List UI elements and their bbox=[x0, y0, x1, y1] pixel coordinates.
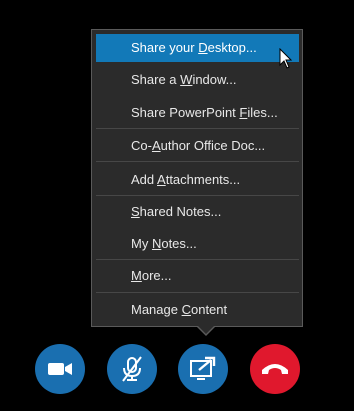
share-menu: Share your Desktop... Share a Window... … bbox=[91, 29, 303, 327]
mouse-cursor-icon bbox=[279, 48, 293, 69]
menu-item-more[interactable]: More... bbox=[96, 262, 299, 290]
menu-separator bbox=[96, 195, 299, 196]
menu-pointer-arrow bbox=[196, 325, 216, 336]
menu-separator bbox=[96, 128, 299, 129]
menu-item-add-attachments[interactable]: Add Attachments... bbox=[96, 166, 299, 194]
menu-item-share-desktop[interactable]: Share your Desktop... bbox=[96, 34, 299, 62]
menu-item-manage-content[interactable]: Manage Content bbox=[96, 296, 299, 324]
phone-hangup-icon bbox=[262, 364, 288, 374]
menu-item-my-notes[interactable]: My Notes... bbox=[96, 230, 299, 258]
menu-item-share-window[interactable]: Share a Window... bbox=[96, 66, 299, 94]
mute-microphone-button[interactable] bbox=[107, 344, 157, 394]
present-screen-icon bbox=[190, 356, 216, 380]
menu-item-coauthor-office-doc[interactable]: Co-Author Office Doc... bbox=[96, 132, 299, 160]
share-content-button[interactable] bbox=[178, 344, 228, 394]
menu-item-share-powerpoint[interactable]: Share PowerPoint Files... bbox=[96, 99, 299, 127]
video-button[interactable] bbox=[35, 344, 85, 394]
menu-separator bbox=[96, 292, 299, 293]
menu-separator bbox=[96, 161, 299, 162]
menu-separator bbox=[96, 259, 299, 260]
microphone-muted-icon bbox=[122, 356, 142, 382]
hang-up-button[interactable] bbox=[250, 344, 300, 394]
menu-item-shared-notes[interactable]: Shared Notes... bbox=[96, 198, 299, 226]
video-camera-icon bbox=[48, 363, 72, 375]
